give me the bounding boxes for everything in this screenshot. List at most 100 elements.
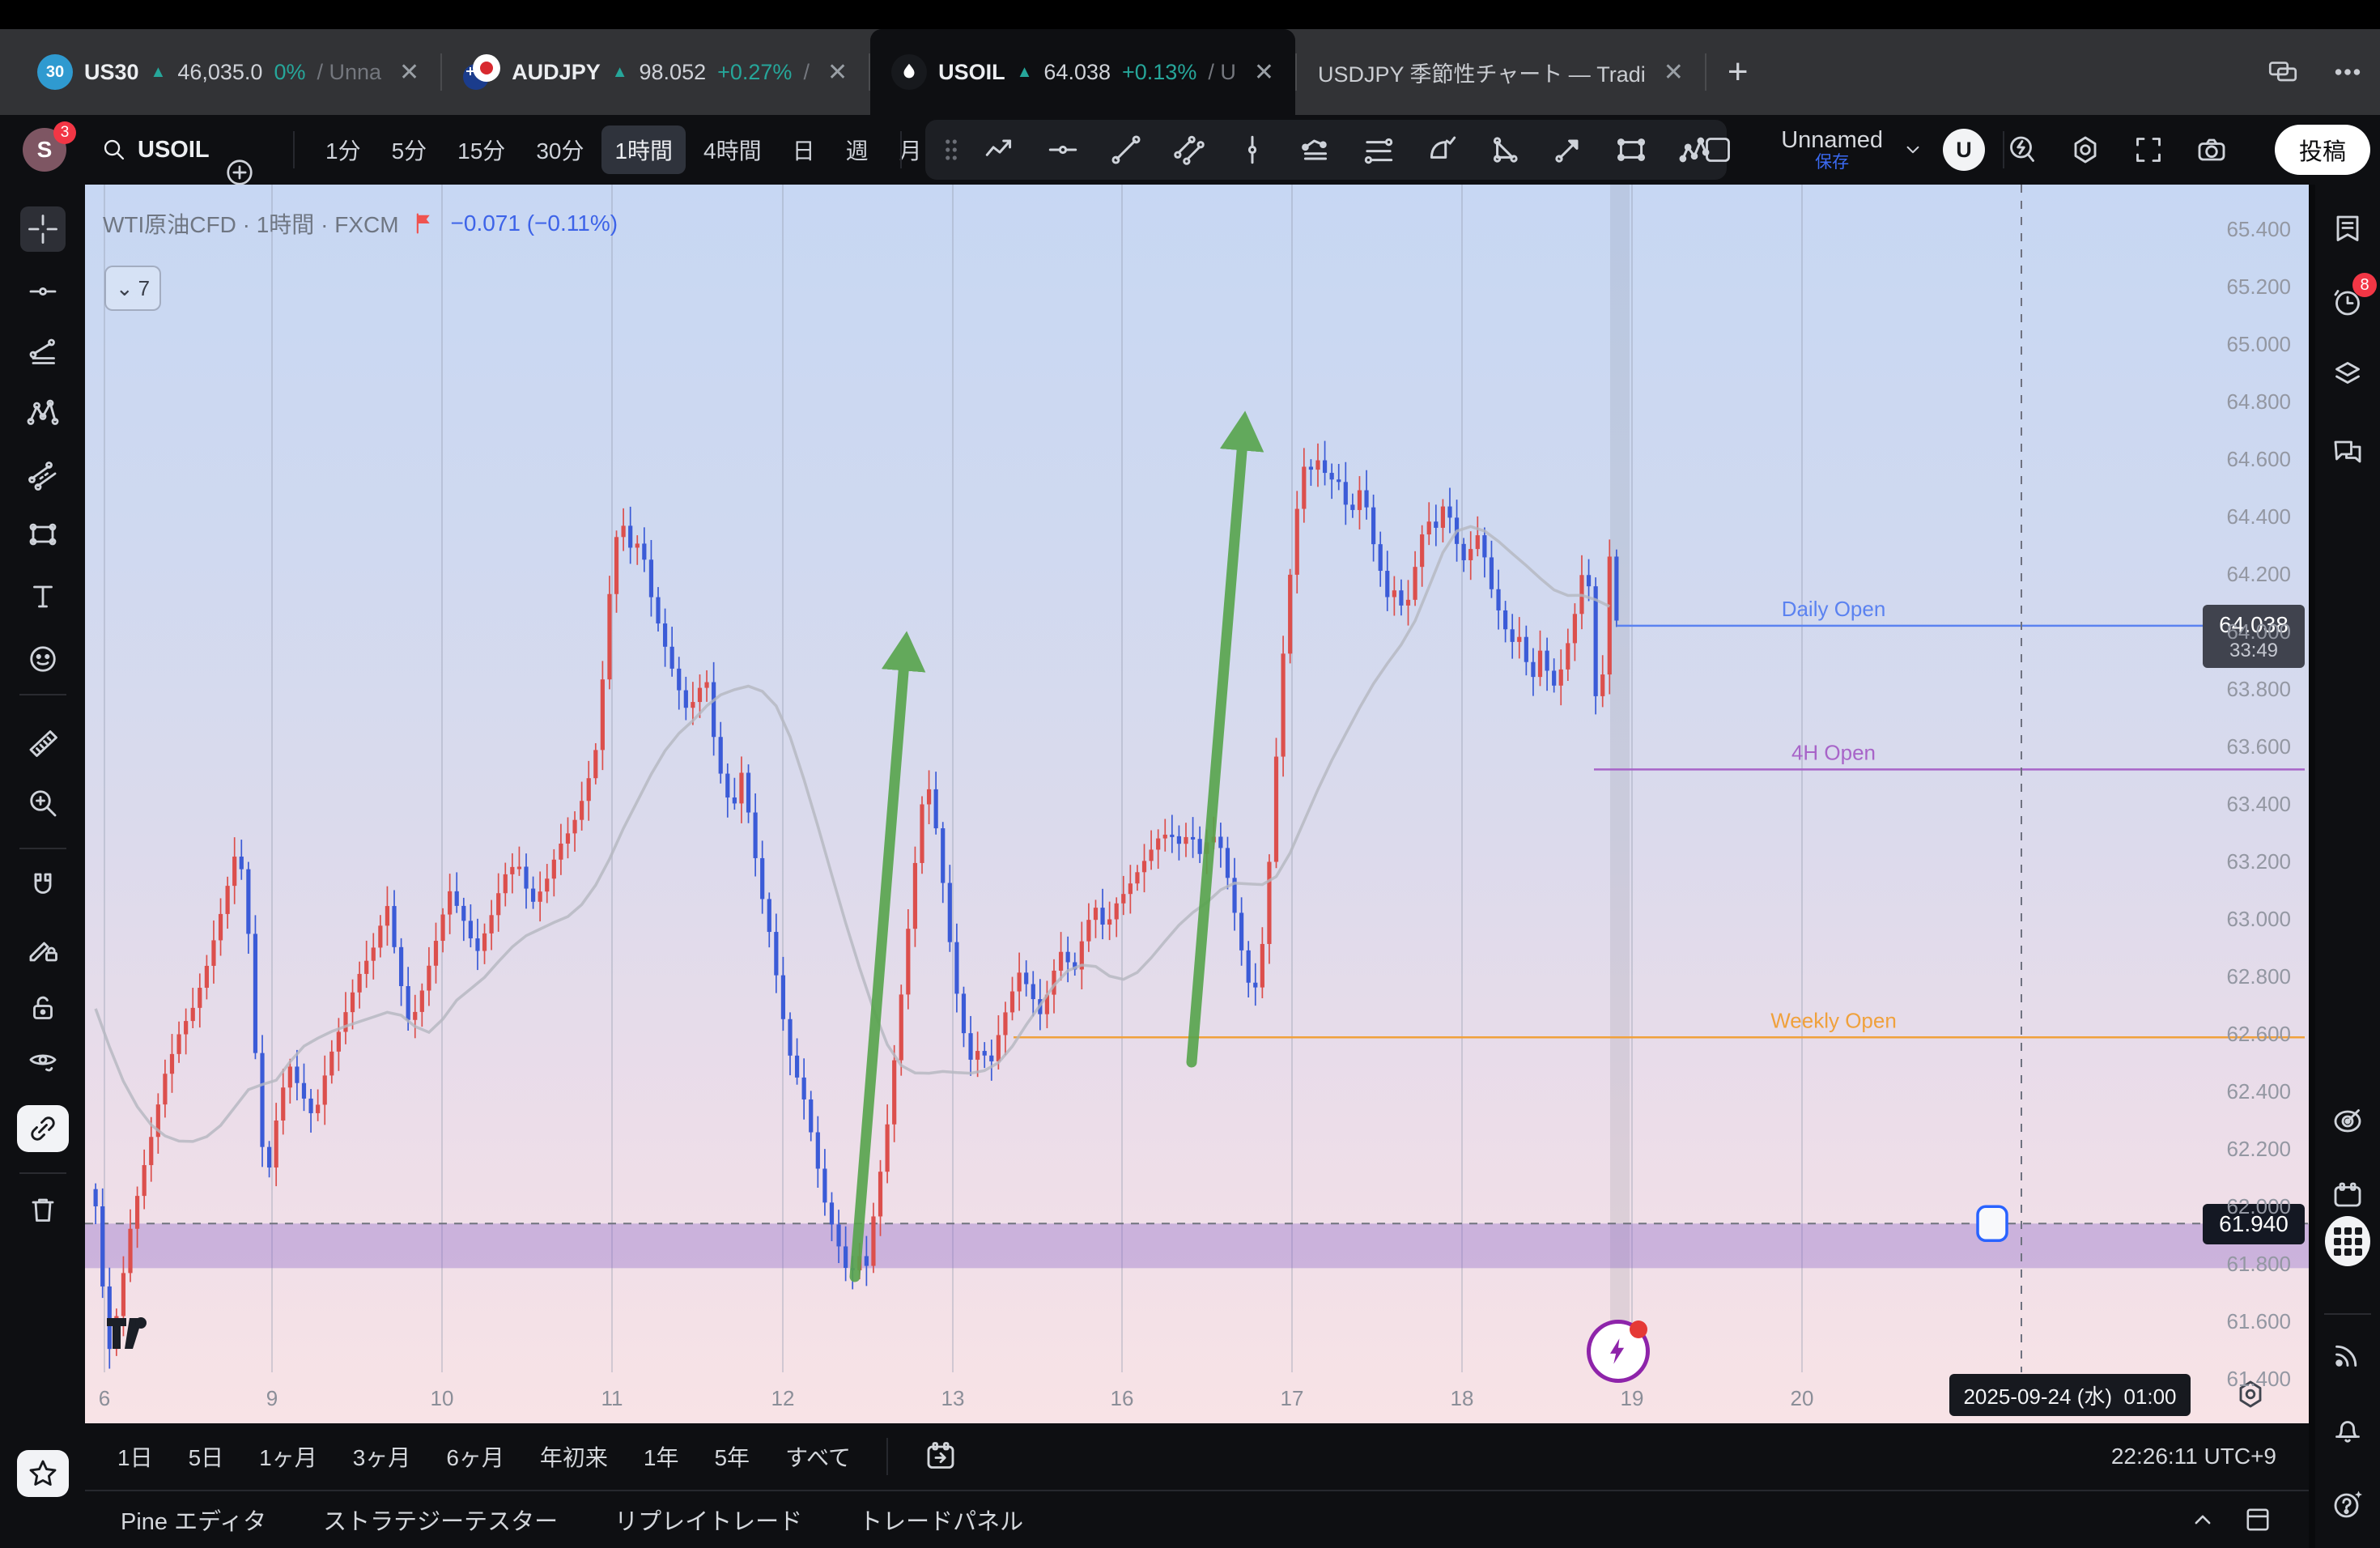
timeframe-30分[interactable]: 30分 [523, 125, 597, 174]
tool-xabcd-pattern-icon[interactable] [20, 390, 66, 436]
panel-tab-リプレイトレード[interactable]: リプレイトレード [614, 1503, 802, 1537]
rectangle-tool-icon[interactable] [1613, 132, 1649, 168]
chart-area[interactable]: Daily Open4H OpenWeekly Open WTI原油CFD · … [85, 185, 2309, 1423]
browser-tab-usdjpy-seasonal[interactable]: USDJPY 季節性チャート — Tradi✕ [1297, 29, 1705, 115]
tool-text-icon[interactable] [20, 574, 66, 619]
chevron-down-icon[interactable] [1901, 138, 1925, 162]
object-tree-panel-icon[interactable] [2325, 351, 2370, 397]
chevron-up-icon[interactable] [2187, 1504, 2218, 1535]
tool-emoji-icon[interactable] [20, 636, 66, 682]
fib-retracement-tool-icon[interactable] [1361, 132, 1396, 168]
ideas-panel-icon[interactable] [2325, 1099, 2370, 1144]
news-panel-icon[interactable] [2325, 1332, 2370, 1377]
layout-icon[interactable] [1695, 127, 1740, 172]
settings-icon[interactable] [2063, 127, 2108, 172]
tool-parallel-channel-icon[interactable] [20, 451, 66, 496]
trend-line-tool-icon[interactable] [1108, 132, 1144, 168]
timeframe-4時間[interactable]: 4時間 [691, 125, 775, 174]
alerts-panel-icon[interactable]: 8 [2325, 279, 2370, 325]
tool-magnet-icon[interactable] [20, 864, 66, 909]
tool-lock-icon[interactable] [20, 985, 66, 1030]
panel-tab-Pine エディタ[interactable]: Pine エディタ [121, 1503, 266, 1537]
timeframe-5分[interactable]: 5分 [379, 125, 440, 174]
brush-check-tool-icon[interactable] [1424, 132, 1460, 168]
tool-crosshair-icon[interactable] [20, 206, 66, 252]
watchlist-panel-icon[interactable] [2325, 206, 2370, 252]
tool-zoom-in-icon[interactable] [20, 780, 66, 826]
polyline-tool-icon[interactable] [1298, 132, 1333, 168]
price-axis-tick: 65.000 [2161, 331, 2291, 357]
price-axis-tick: 63.600 [2161, 734, 2291, 759]
layout-name-button[interactable]: Unnamed 保存 [1781, 128, 1883, 172]
left-drawing-sidebar [0, 185, 85, 1548]
close-tab-icon[interactable]: ✕ [827, 58, 848, 87]
notifications-panel-icon[interactable] [2325, 1408, 2370, 1453]
clock-label[interactable]: 22:26:11 UTC+9 [2111, 1444, 2276, 1469]
zigzag-arrow-icon[interactable] [982, 132, 1018, 168]
timeframe-週[interactable]: 週 [833, 125, 882, 174]
browser-tab-usoil[interactable]: USOIL▲64.038+0.13%/ U✕ [870, 29, 1295, 115]
camera-icon[interactable] [2189, 127, 2234, 172]
up-triangle-icon: ▲ [151, 63, 167, 82]
tool-star-icon[interactable] [17, 1450, 69, 1497]
tool-fib-tool-icon[interactable] [20, 330, 66, 375]
browser-tab-audjpy[interactable]: AUDJPY▲98.052+0.27%/✕ [442, 29, 869, 115]
expand-panel-icon[interactable] [2242, 1504, 2273, 1535]
save-label[interactable]: 保存 [1815, 153, 1849, 172]
arrow-tool-icon[interactable] [1550, 132, 1586, 168]
chart-canvas[interactable]: Daily Open4H OpenWeekly Open [85, 185, 2309, 1372]
tool-trash-icon[interactable] [20, 1187, 66, 1232]
fullscreen-icon[interactable] [2126, 127, 2171, 172]
tool-drawing-lock-icon[interactable] [20, 925, 66, 971]
lightning-badge[interactable] [1587, 1320, 1650, 1383]
double-trend-tool-icon[interactable] [1171, 132, 1207, 168]
range-3ヶ月[interactable]: 3ヶ月 [353, 1440, 411, 1473]
quick-search-icon[interactable] [2000, 127, 2045, 172]
oil-drop-icon [891, 54, 927, 90]
timeframe-1時間[interactable]: 1時間 [601, 125, 686, 174]
publish-button[interactable]: 投稿 [2275, 125, 2370, 175]
browser-tab-us30[interactable]: 30US30▲46,035.00%/ Unna✕ [16, 29, 440, 115]
range-5日[interactable]: 5日 [189, 1440, 224, 1473]
vertical-line-tool-icon[interactable] [1235, 132, 1270, 168]
displays-icon[interactable] [2267, 56, 2299, 88]
help-panel-icon[interactable] [2325, 1482, 2370, 1527]
tool-hide-icon[interactable] [20, 1040, 66, 1085]
range-1ヶ月[interactable]: 1ヶ月 [259, 1440, 317, 1473]
tool-ruler-icon[interactable] [20, 720, 66, 765]
apps-panel-icon[interactable] [2325, 1218, 2370, 1264]
chart-legend[interactable]: WTI原油CFD · 1時間 · FXCM −0.071 (−0.11%) [103, 207, 618, 240]
chat-panel-icon[interactable] [2325, 429, 2370, 474]
panel-tab-トレードパネル[interactable]: トレードパネル [859, 1503, 1023, 1537]
timeframe-1分[interactable]: 1分 [312, 125, 374, 174]
tool-shapes-icon[interactable] [20, 512, 66, 557]
triangle-tool-icon[interactable] [1487, 132, 1523, 168]
price-axis-tick: 62.800 [2161, 963, 2291, 989]
range-年初来[interactable]: 年初来 [540, 1440, 608, 1473]
indicators-collapse-button[interactable]: ⌄ 7 [104, 266, 161, 311]
range-6ヶ月[interactable]: 6ヶ月 [446, 1440, 504, 1473]
timeframe-15分[interactable]: 15分 [444, 125, 518, 174]
close-tab-icon[interactable]: ✕ [399, 58, 419, 87]
tool-trend-line-icon[interactable] [20, 269, 66, 314]
horizontal-line-tool-icon[interactable] [1045, 132, 1081, 168]
range-1年[interactable]: 1年 [644, 1440, 679, 1473]
timeframe-日[interactable]: 日 [780, 125, 828, 174]
symbol-search[interactable]: USOIL [100, 136, 210, 164]
range-1日[interactable]: 1日 [117, 1440, 153, 1473]
range-すべて[interactable]: すべて [785, 1440, 851, 1473]
go-to-date-icon[interactable] [924, 1440, 958, 1474]
user-circle-badge[interactable]: U [1943, 129, 1985, 171]
panel-tab-ストラテジーテスター[interactable]: ストラテジーテスター [323, 1503, 558, 1537]
price-axis-tick: 63.400 [2161, 791, 2291, 817]
flag-icon[interactable] [412, 211, 438, 236]
flag-audjpy-icon [463, 54, 500, 90]
calendar-panel-icon[interactable] [2325, 1173, 2370, 1218]
new-tab-button[interactable]: + [1706, 29, 1770, 115]
close-tab-icon[interactable]: ✕ [1664, 58, 1684, 87]
tool-link-icon[interactable] [17, 1105, 69, 1152]
more-icon[interactable] [2331, 56, 2364, 88]
range-5年[interactable]: 5年 [714, 1440, 750, 1473]
close-tab-icon[interactable]: ✕ [1254, 58, 1274, 87]
drag-handle-icon[interactable] [941, 134, 961, 166]
